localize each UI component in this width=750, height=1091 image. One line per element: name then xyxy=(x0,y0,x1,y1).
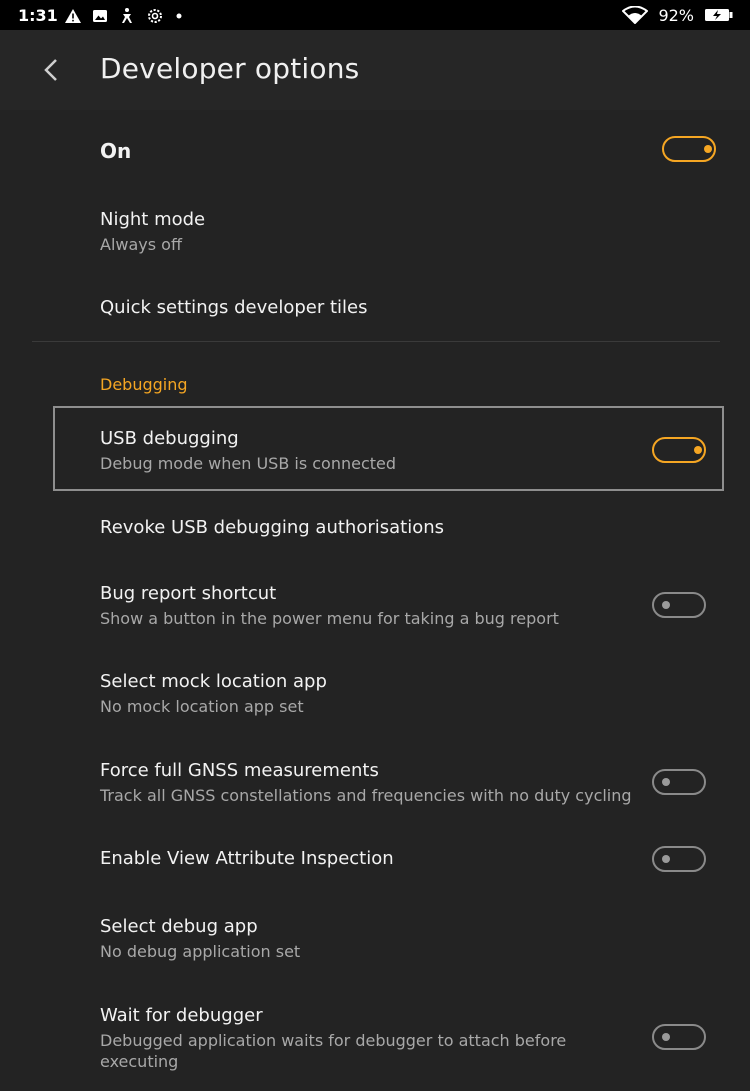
master-toggle-switch[interactable] xyxy=(662,136,716,162)
section-divider xyxy=(32,341,720,342)
wait-for-debugger-toggle[interactable] xyxy=(652,1024,706,1050)
debug-app-title: Select debug app xyxy=(100,916,258,937)
quick-settings-tiles-item[interactable]: Quick settings developer tiles xyxy=(0,280,750,336)
status-bar: 1:31 92% xyxy=(0,0,750,30)
mock-location-app-title: Select mock location app xyxy=(100,671,327,692)
wait-for-debugger-title: Wait for debugger xyxy=(100,1005,263,1026)
gnss-measurements-toggle[interactable] xyxy=(652,769,706,795)
bug-report-shortcut-subtitle: Show a button in the power menu for taki… xyxy=(100,609,559,628)
settings-list: On Night mode Always off Quick settings … xyxy=(0,110,750,1091)
warning-icon xyxy=(65,9,81,23)
view-attribute-inspection-title: Enable View Attribute Inspection xyxy=(100,848,394,869)
system-status: 92% xyxy=(622,5,734,25)
battery-percent: 92% xyxy=(658,5,694,25)
usb-debugging-toggle[interactable] xyxy=(652,437,706,463)
wait-for-debugger-subtitle-line1: Debugged application waits for debugger … xyxy=(100,1031,567,1050)
gnss-measurements-item[interactable]: Force full GNSS measurements Track all G… xyxy=(0,747,750,817)
mock-location-app-subtitle: No mock location app set xyxy=(100,697,304,716)
page-title: Developer options xyxy=(100,52,360,85)
master-toggle-label: On xyxy=(100,139,132,163)
gnss-measurements-subtitle: Track all GNSS constellations and freque… xyxy=(100,786,632,805)
night-mode-title: Night mode xyxy=(100,209,206,230)
usb-debugging-title: USB debugging xyxy=(100,428,239,449)
debugging-section-header: Debugging xyxy=(100,375,188,394)
night-mode-subtitle: Always off xyxy=(100,235,182,254)
wait-for-debugger-subtitle-line2: executing xyxy=(100,1052,179,1071)
usb-debugging-item[interactable]: USB debugging Debug mode when USB is con… xyxy=(0,415,750,485)
toggle-knob xyxy=(662,601,670,609)
battery-charging-icon xyxy=(705,9,733,21)
toggle-knob xyxy=(662,855,670,863)
gnss-measurements-title: Force full GNSS measurements xyxy=(100,760,379,781)
night-mode-item[interactable]: Night mode Always off xyxy=(0,196,750,266)
image-icon xyxy=(93,10,107,22)
quick-settings-tiles-title: Quick settings developer tiles xyxy=(100,297,368,318)
wifi-icon xyxy=(622,6,649,24)
view-attribute-inspection-item[interactable]: Enable View Attribute Inspection xyxy=(0,838,750,894)
dot-icon xyxy=(176,13,182,19)
bug-report-shortcut-title: Bug report shortcut xyxy=(100,583,277,604)
bug-report-shortcut-toggle[interactable] xyxy=(652,592,706,618)
status-time: 1:31 xyxy=(18,6,58,25)
settings-icon xyxy=(148,9,162,23)
revoke-usb-authorisations-title: Revoke USB debugging authorisations xyxy=(100,517,445,538)
bug-report-shortcut-item[interactable]: Bug report shortcut Show a button in the… xyxy=(0,570,750,640)
mock-location-app-item[interactable]: Select mock location app No mock locatio… xyxy=(0,658,750,728)
usb-debugging-subtitle: Debug mode when USB is connected xyxy=(100,454,397,473)
back-arrow-icon[interactable] xyxy=(38,54,62,86)
accessibility-icon xyxy=(122,8,132,23)
toggle-knob xyxy=(694,446,702,454)
toggle-knob xyxy=(662,1033,670,1041)
toggle-knob xyxy=(662,778,670,786)
notification-icons xyxy=(64,6,184,26)
toggle-knob xyxy=(704,145,712,153)
wait-for-debugger-item[interactable]: Wait for debugger Debugged application w… xyxy=(0,992,750,1084)
debug-app-subtitle: No debug application set xyxy=(100,942,301,961)
master-toggle-row[interactable]: On xyxy=(0,110,750,190)
debug-app-item[interactable]: Select debug app No debug application se… xyxy=(0,903,750,973)
view-attribute-inspection-toggle[interactable] xyxy=(652,846,706,872)
revoke-usb-authorisations-item[interactable]: Revoke USB debugging authorisations xyxy=(0,500,750,556)
app-bar: Developer options xyxy=(0,30,750,110)
